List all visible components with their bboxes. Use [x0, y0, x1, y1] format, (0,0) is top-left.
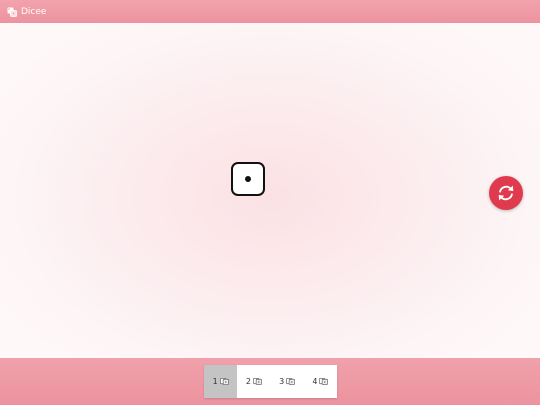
dice-count-label: 3: [279, 377, 285, 386]
dice-icon: [253, 377, 262, 386]
refresh-icon: [498, 185, 514, 201]
roll-button[interactable]: [489, 176, 523, 210]
dice-count-option-1[interactable]: 1: [204, 365, 238, 398]
dice-count-option-2[interactable]: 2: [237, 365, 270, 398]
dice-count-label: 4: [312, 377, 318, 386]
dice-count-label: 2: [245, 377, 251, 386]
dice-app-icon: [7, 7, 17, 17]
dice-count-option-4[interactable]: 4: [304, 365, 337, 398]
dice-icon: [319, 377, 329, 386]
dice-count-label: 1: [212, 377, 218, 386]
title-bar: Dicee: [0, 0, 540, 23]
dice-count-option-3[interactable]: 3: [271, 365, 304, 398]
dice-icon: [219, 377, 229, 386]
window-title: Dicee: [21, 6, 47, 17]
dice-icon: [286, 377, 296, 386]
die-pip: [245, 176, 251, 182]
dice-area: [0, 23, 540, 358]
dice-count-selector: 1 2 3 4: [204, 365, 337, 398]
die: [231, 162, 265, 196]
